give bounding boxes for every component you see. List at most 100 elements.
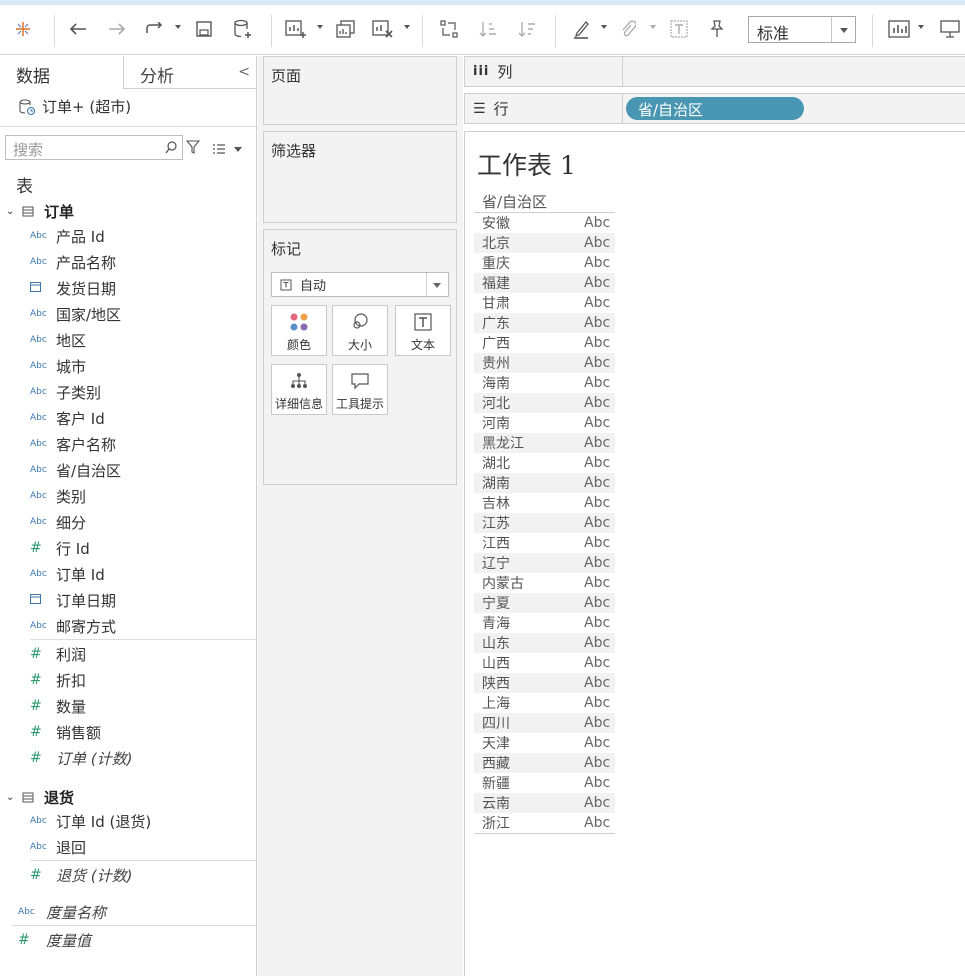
table-row[interactable]: 辽宁 Abc: [474, 553, 615, 573]
rows-shelf[interactable]: ☰ 行 省/自治区: [464, 93, 965, 124]
table-row[interactable]: 吉林 Abc: [474, 493, 615, 513]
presentation-icon[interactable]: [938, 16, 962, 42]
datasource-item[interactable]: 订单+ (超市): [18, 96, 131, 117]
new-worksheet-icon[interactable]: [283, 16, 309, 42]
field-measure-values[interactable]: # 度量值: [18, 927, 91, 953]
undo-icon[interactable]: [67, 16, 89, 42]
redo-icon[interactable]: [106, 16, 128, 42]
color-button[interactable]: 颜色: [271, 305, 327, 356]
field-item[interactable]: # 行 Id: [30, 535, 90, 561]
new-worksheet-dropdown-caret[interactable]: [317, 25, 323, 29]
collapse-pane-icon[interactable]: <: [238, 64, 250, 80]
chevron-down-icon[interactable]: [426, 273, 448, 296]
table-row[interactable]: 上海 Abc: [474, 693, 615, 713]
field-item[interactable]: # 退货 (计数): [30, 862, 132, 888]
columns-shelf[interactable]: iii 列: [464, 56, 965, 87]
clear-sheet-icon[interactable]: [371, 16, 395, 42]
group-dropdown-caret[interactable]: [650, 25, 656, 29]
table-row[interactable]: 海南 Abc: [474, 373, 615, 393]
replay-icon[interactable]: [142, 16, 166, 42]
collapse-toggle-icon[interactable]: ⌄: [6, 792, 16, 803]
field-item[interactable]: Abc 邮寄方式: [30, 613, 116, 639]
table-row[interactable]: 天津 Abc: [474, 733, 615, 753]
detail-button[interactable]: 详细信息: [271, 364, 327, 415]
table-row[interactable]: 浙江 Abc: [474, 813, 615, 833]
highlight-dropdown-caret[interactable]: [601, 25, 607, 29]
tab-data[interactable]: 数据: [0, 56, 124, 89]
field-item[interactable]: # 订单 (计数): [30, 745, 132, 771]
table-row[interactable]: 广西 Abc: [474, 333, 615, 353]
table-row[interactable]: 宁夏 Abc: [474, 593, 615, 613]
table-row[interactable]: 贵州 Abc: [474, 353, 615, 373]
text-button[interactable]: 文本: [395, 305, 451, 356]
pages-card[interactable]: 页面: [263, 56, 457, 125]
swap-rows-columns-icon[interactable]: [437, 16, 461, 42]
table-row[interactable]: 山东 Abc: [474, 633, 615, 653]
table-row[interactable]: 山西 Abc: [474, 653, 615, 673]
new-datasource-icon[interactable]: [231, 16, 255, 42]
size-button[interactable]: 大小: [332, 305, 388, 356]
field-item[interactable]: Abc 细分: [30, 509, 86, 535]
sort-ascending-icon[interactable]: [476, 16, 500, 42]
pin-icon[interactable]: [706, 16, 728, 42]
table-row[interactable]: 云南 Abc: [474, 793, 615, 813]
table-row[interactable]: 内蒙古 Abc: [474, 573, 615, 593]
table-row[interactable]: 重庆 Abc: [474, 253, 615, 273]
table-row[interactable]: 湖北 Abc: [474, 453, 615, 473]
field-item[interactable]: Abc 城市: [30, 353, 86, 379]
field-item[interactable]: Abc 客户 Id: [30, 405, 105, 431]
column-header[interactable]: 省/自治区: [482, 191, 547, 212]
collapse-toggle-icon[interactable]: ⌄: [6, 206, 16, 217]
fit-view-select[interactable]: 标准: [748, 16, 856, 43]
table-row[interactable]: 黑龙江 Abc: [474, 433, 615, 453]
table-row[interactable]: 青海 Abc: [474, 613, 615, 633]
clear-sheet-dropdown-caret[interactable]: [404, 25, 410, 29]
field-item[interactable]: Abc 地区: [30, 327, 86, 353]
field-item[interactable]: Abc 订单 Id: [30, 561, 105, 587]
save-icon[interactable]: [193, 16, 215, 42]
duplicate-sheet-icon[interactable]: [334, 16, 358, 42]
field-item[interactable]: Abc 类别: [30, 483, 86, 509]
field-item[interactable]: # 数量: [30, 693, 86, 719]
table-row[interactable]: 新疆 Abc: [474, 773, 615, 793]
field-item[interactable]: Abc 退回: [30, 834, 86, 860]
field-item[interactable]: Abc 产品 Id: [30, 223, 105, 249]
table-row[interactable]: 河南 Abc: [474, 413, 615, 433]
table-row[interactable]: 福建 Abc: [474, 273, 615, 293]
field-item[interactable]: Abc 省/自治区: [30, 457, 121, 483]
highlight-pen-icon[interactable]: [570, 16, 592, 42]
table-row[interactable]: 安徽 Abc: [474, 213, 615, 233]
worksheet-title[interactable]: 工作表 1: [477, 146, 576, 182]
sort-descending-icon[interactable]: [515, 16, 539, 42]
table-row[interactable]: 江苏 Abc: [474, 513, 615, 533]
replay-dropdown-caret[interactable]: [175, 25, 181, 29]
show-me-icon[interactable]: [887, 16, 911, 42]
field-measure-names[interactable]: Abc 度量名称: [18, 899, 106, 925]
table-row[interactable]: 河北 Abc: [474, 393, 615, 413]
field-item[interactable]: 订单日期: [30, 587, 116, 613]
field-item[interactable]: # 折扣: [30, 667, 86, 693]
group-paperclip-icon[interactable]: [617, 16, 639, 42]
table-row[interactable]: 陕西 Abc: [474, 673, 615, 693]
show-me-dropdown-caret[interactable]: [918, 25, 924, 29]
table-row[interactable]: 四川 Abc: [474, 713, 615, 733]
field-item[interactable]: # 销售额: [30, 719, 101, 745]
mark-type-select[interactable]: 自动: [271, 272, 449, 297]
field-item[interactable]: Abc 子类别: [30, 379, 101, 405]
rows-pill-province[interactable]: 省/自治区: [626, 97, 804, 120]
table-row[interactable]: 江西 Abc: [474, 533, 615, 553]
chevron-down-icon[interactable]: [831, 17, 855, 42]
view-list-dropdown-caret[interactable]: [234, 147, 242, 152]
field-item[interactable]: Abc 客户名称: [30, 431, 116, 457]
filters-card[interactable]: 筛选器: [263, 131, 457, 223]
tab-analysis[interactable]: 分析: [124, 56, 234, 89]
filter-icon[interactable]: [185, 139, 201, 158]
field-item[interactable]: Abc 国家/地区: [30, 301, 121, 327]
table-group-orders[interactable]: ⌄ 订单: [6, 201, 74, 222]
table-row[interactable]: 广东 Abc: [474, 313, 615, 333]
table-row[interactable]: 北京 Abc: [474, 233, 615, 253]
tooltip-button[interactable]: 工具提示: [332, 364, 388, 415]
table-row[interactable]: 湖南 Abc: [474, 473, 615, 493]
view-list-icon[interactable]: [212, 140, 226, 159]
field-item[interactable]: Abc 订单 Id (退货): [30, 808, 151, 834]
